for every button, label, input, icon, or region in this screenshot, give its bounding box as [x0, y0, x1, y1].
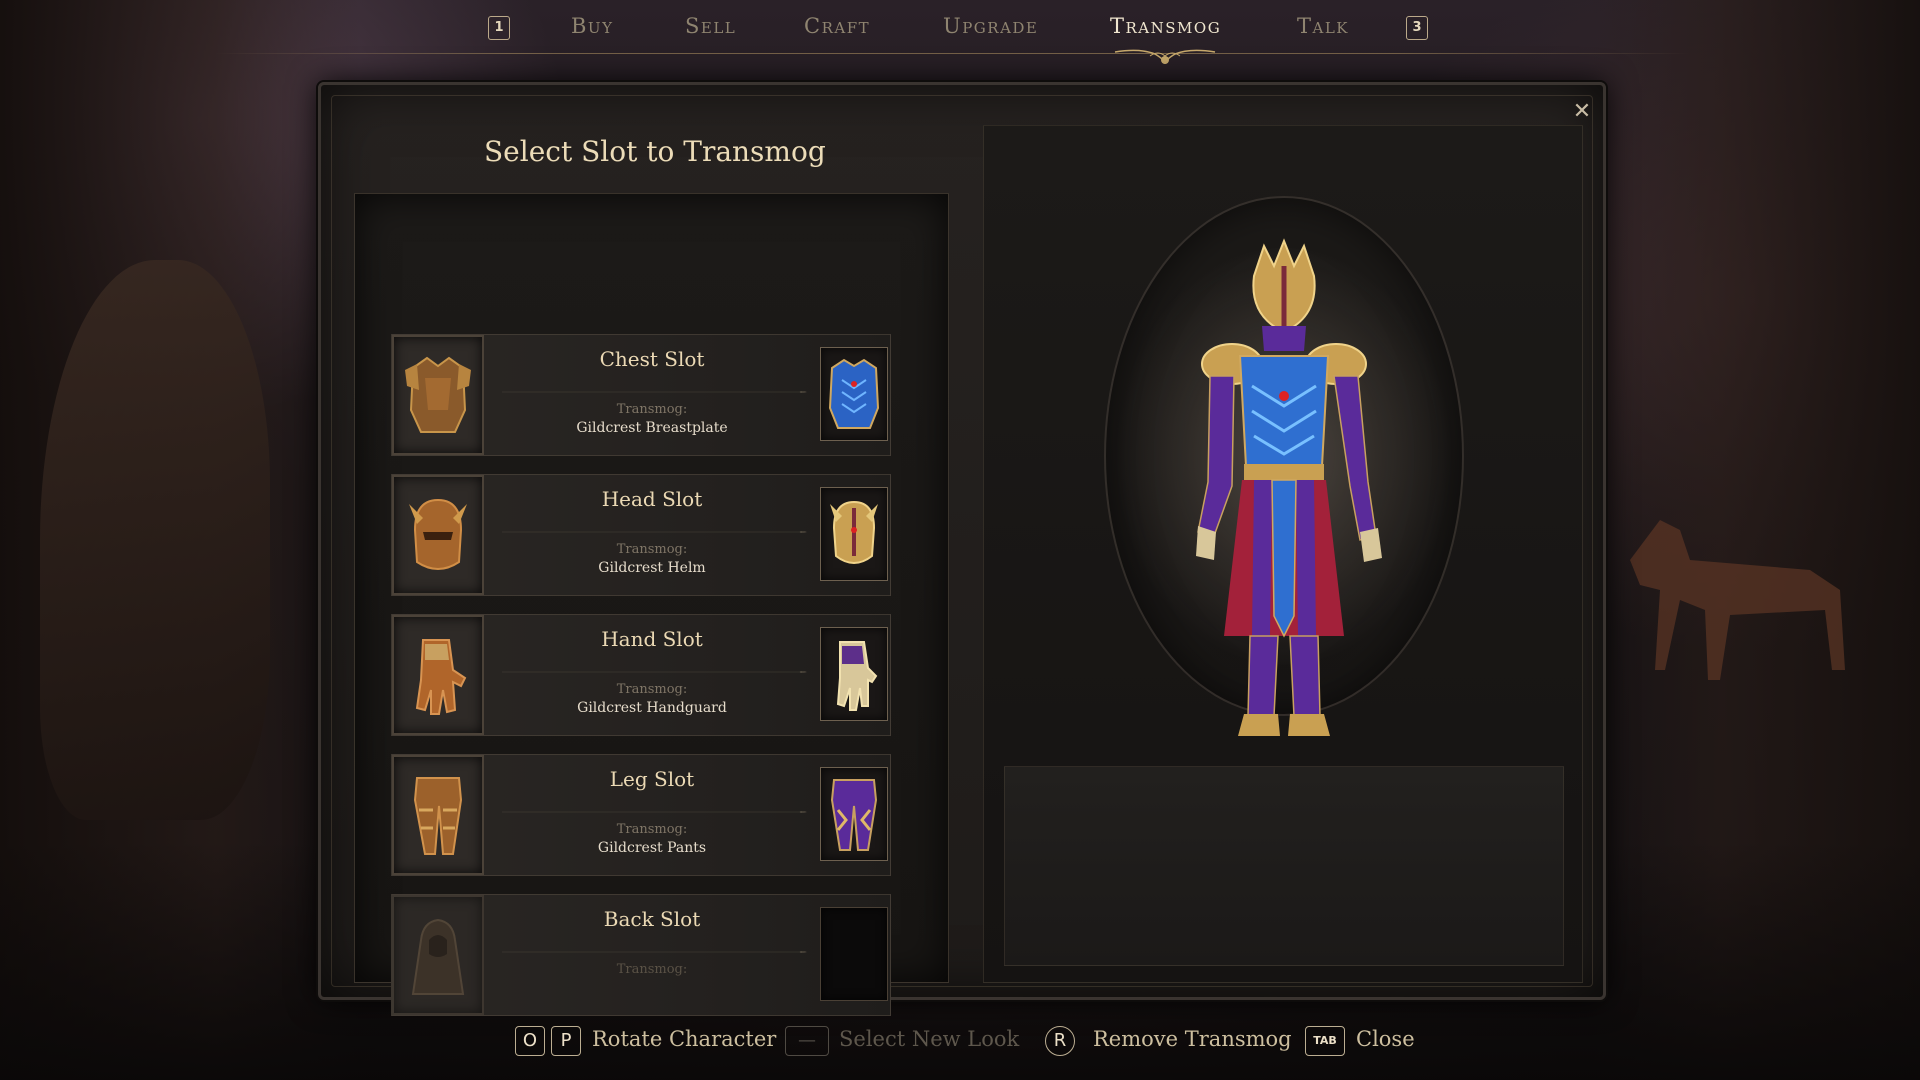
character-preview[interactable] [983, 125, 1583, 983]
helmet-icon [392, 475, 484, 595]
slot-row-chest[interactable]: Chest Slot Transmog: Gildcrest Breastpla… [391, 334, 891, 456]
transmog-back-preview-empty[interactable] [820, 907, 888, 1001]
slot-transmog-label: Transmog: [616, 402, 688, 417]
slot-row-leg[interactable]: Leg Slot Transmog: Gildcrest Pants [391, 754, 891, 876]
slot-arrow-divider [502, 531, 807, 533]
slot-arrow-divider [502, 811, 807, 813]
slot-arrow-divider [502, 951, 807, 953]
remove-transmog-label: Remove Transmog [1093, 1027, 1292, 1051]
rotate-right-key[interactable]: P [551, 1026, 581, 1056]
slot-transmog-value: Gildcrest Breastplate [576, 420, 728, 436]
transmog-chest-preview-icon[interactable] [820, 347, 888, 441]
slot-transmog-value: Gildcrest Pants [597, 840, 707, 856]
tab-buy[interactable]: Buy [571, 14, 613, 44]
close-key[interactable]: TAB [1305, 1026, 1345, 1056]
panel-title: Select Slot to Transmog [484, 135, 826, 168]
tab-transmog[interactable]: Transmog [1110, 14, 1221, 44]
transmog-head-preview-icon[interactable] [820, 487, 888, 581]
slot-transmog-label: Transmog: [616, 962, 688, 977]
slot-list: Chest Slot Transmog: Gildcrest Breastpla… [354, 193, 949, 1016]
character-model [1196, 238, 1382, 736]
chest-armor-icon [392, 335, 484, 455]
select-new-look-key-icon[interactable]: — [785, 1026, 829, 1056]
transmog-panel: Select Slot to Transmog ✕ Chest Slot Tra… [318, 82, 1606, 1016]
slot-row-hand[interactable]: Hand Slot Transmog: Gildcrest Handguard [391, 614, 891, 736]
active-tab-ornament-icon [1114, 49, 1216, 65]
slot-name: Hand Slot [601, 627, 703, 651]
tab-upgrade[interactable]: Upgrade [943, 14, 1038, 44]
gauntlet-icon [392, 615, 484, 735]
nav-divider [215, 53, 1690, 54]
slot-name: Head Slot [601, 487, 703, 511]
transmog-hand-preview-icon[interactable] [820, 627, 888, 721]
close-icon[interactable]: ✕ [1569, 99, 1595, 125]
tab-craft[interactable]: Craft [804, 14, 870, 44]
cloak-icon [392, 895, 484, 1015]
select-new-look-label: Select New Look [839, 1027, 1020, 1051]
slot-transmog-value: Gildcrest Handguard [577, 700, 727, 716]
slot-row-head[interactable]: Head Slot Transmog: Gildcrest Helm [391, 474, 891, 596]
slot-arrow-divider [502, 671, 807, 673]
leg-armor-icon [392, 755, 484, 875]
slot-name: Back Slot [603, 907, 701, 931]
top-navigation: 1 Buy Sell Craft Upgrade Transmog Talk 3 [0, 0, 1920, 70]
prev-tab-key[interactable]: 1 [488, 16, 510, 40]
transmog-leg-preview-icon[interactable] [820, 767, 888, 861]
background-horse [1630, 520, 1845, 680]
slot-transmog-label: Transmog: [616, 822, 688, 837]
slot-arrow-divider [502, 391, 807, 393]
control-hints: O P Rotate Character — Select New Look R… [0, 1022, 1920, 1064]
close-label: Close [1356, 1027, 1415, 1051]
preview-lower-panel [1004, 766, 1564, 966]
slot-name: Leg Slot [609, 767, 695, 791]
rotate-character-label: Rotate Character [592, 1027, 777, 1051]
slot-name: Chest Slot [599, 347, 705, 371]
slot-transmog-value: Gildcrest Helm [598, 560, 706, 576]
slot-row-back[interactable]: Back Slot Transmog: [391, 894, 891, 1016]
next-tab-key[interactable]: 3 [1406, 16, 1428, 40]
background-tree-trunk [40, 260, 270, 820]
tab-sell[interactable]: Sell [685, 14, 736, 44]
tab-talk[interactable]: Talk [1297, 14, 1349, 44]
slot-transmog-label: Transmog: [616, 542, 688, 557]
rotate-left-key[interactable]: O [515, 1026, 545, 1056]
slot-transmog-label: Transmog: [616, 682, 688, 697]
remove-transmog-key[interactable]: R [1045, 1026, 1075, 1056]
